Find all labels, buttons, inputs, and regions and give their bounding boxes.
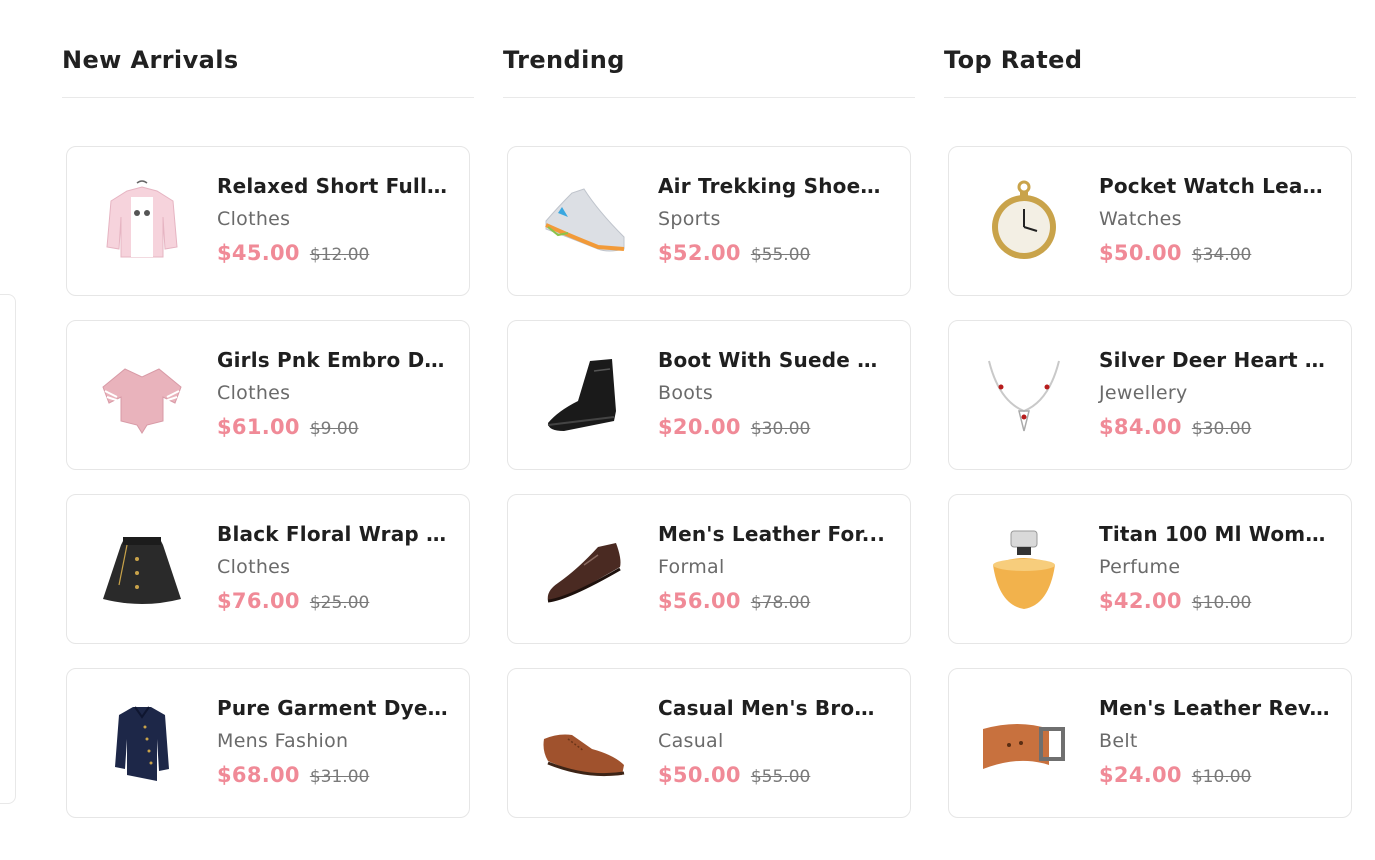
product-category: Casual	[658, 730, 724, 752]
brogue-shoe-icon	[538, 699, 628, 789]
product-price: $50.00	[1099, 241, 1182, 265]
product-price: $61.00	[217, 415, 300, 439]
product-old-price: $30.00	[750, 419, 811, 439]
skirt-icon	[97, 525, 187, 615]
section-divider	[62, 97, 474, 98]
product-card[interactable]: Pocket Watch Leat... Watches $50.00 $34.0…	[948, 146, 1352, 296]
product-old-price: $9.00	[309, 419, 359, 439]
product-old-price: $34.00	[1191, 245, 1252, 265]
product-price: $42.00	[1099, 589, 1182, 613]
formal-shoe-icon	[538, 525, 628, 615]
product-category: Clothes	[217, 382, 291, 404]
product-name[interactable]: Casual Men's Brow...	[658, 693, 890, 723]
product-old-price: $25.00	[309, 593, 370, 613]
product-category: Jewellery	[1099, 382, 1188, 404]
product-category: Mens Fashion	[217, 730, 349, 752]
product-card[interactable]: Boot With Suede D... Boots $20.00 $30.00	[507, 320, 911, 470]
product-price: $45.00	[217, 241, 300, 265]
product-card[interactable]: Black Floral Wrap ... Clothes $76.00 $25.…	[66, 494, 470, 644]
product-price: $84.00	[1099, 415, 1182, 439]
product-category: Belt	[1099, 730, 1138, 752]
product-card[interactable]: Titan 100 Ml Wome... Perfume $42.00 $10.0…	[948, 494, 1352, 644]
product-old-price: $55.00	[750, 245, 811, 265]
necklace-icon	[979, 351, 1069, 441]
product-category: Perfume	[1099, 556, 1181, 578]
product-price: $56.00	[658, 589, 741, 613]
product-category: Watches	[1099, 208, 1182, 230]
shirt-icon	[97, 699, 187, 789]
product-price: $76.00	[217, 589, 300, 613]
product-old-price: $55.00	[750, 767, 811, 787]
pocket-watch-icon	[979, 177, 1069, 267]
product-card[interactable]: Casual Men's Brow... Casual $50.00 $55.00	[507, 668, 911, 818]
crop-top-icon	[97, 351, 187, 441]
boot-icon	[538, 351, 628, 441]
product-price: $24.00	[1099, 763, 1182, 787]
product-name[interactable]: Titan 100 Ml Wome...	[1099, 519, 1331, 549]
sneaker-icon	[538, 177, 628, 267]
product-old-price: $10.00	[1191, 593, 1252, 613]
product-category: Sports	[658, 208, 721, 230]
product-old-price: $10.00	[1191, 767, 1252, 787]
product-price: $50.00	[658, 763, 741, 787]
product-name[interactable]: Pocket Watch Leat...	[1099, 171, 1331, 201]
product-name[interactable]: Relaxed Short Full ...	[217, 171, 449, 201]
product-card[interactable]: Air Trekking Shoes ... Sports $52.00 $55.…	[507, 146, 911, 296]
product-name[interactable]: Men's Leather Rev...	[1099, 693, 1331, 723]
side-panel-edge	[0, 294, 16, 804]
product-card[interactable]: Girls Pnk Embro De... Clothes $61.00 $9.0…	[66, 320, 470, 470]
product-old-price: $31.00	[309, 767, 370, 787]
sweatshirt-icon	[97, 177, 187, 267]
section-divider	[944, 97, 1356, 98]
perfume-icon	[979, 525, 1069, 615]
product-card[interactable]: Pure Garment Dye... Mens Fashion $68.00 $…	[66, 668, 470, 818]
product-category: Clothes	[217, 208, 291, 230]
product-category: Formal	[658, 556, 725, 578]
product-old-price: $30.00	[1191, 419, 1252, 439]
product-name[interactable]: Black Floral Wrap ...	[217, 519, 449, 549]
product-old-price: $12.00	[309, 245, 370, 265]
product-name[interactable]: Pure Garment Dye...	[217, 693, 449, 723]
product-category: Boots	[658, 382, 714, 404]
section-title: Top Rated	[944, 46, 1083, 74]
product-price: $68.00	[217, 763, 300, 787]
product-card[interactable]: Silver Deer Heart N... Jewellery $84.00 $…	[948, 320, 1352, 470]
section-title: Trending	[503, 46, 625, 74]
product-card[interactable]: Men's Leather For... Formal $56.00 $78.00	[507, 494, 911, 644]
product-card[interactable]: Relaxed Short Full ... Clothes $45.00 $12…	[66, 146, 470, 296]
product-name[interactable]: Girls Pnk Embro De...	[217, 345, 449, 375]
section-title: New Arrivals	[62, 46, 239, 74]
section-divider	[503, 97, 915, 98]
product-name[interactable]: Boot With Suede D...	[658, 345, 890, 375]
product-old-price: $78.00	[750, 593, 811, 613]
belt-icon	[979, 699, 1069, 789]
product-card[interactable]: Men's Leather Rev... Belt $24.00 $10.00	[948, 668, 1352, 818]
product-name[interactable]: Air Trekking Shoes ...	[658, 171, 890, 201]
product-category: Clothes	[217, 556, 291, 578]
product-name[interactable]: Silver Deer Heart N...	[1099, 345, 1331, 375]
product-name[interactable]: Men's Leather For...	[658, 519, 890, 549]
product-price: $52.00	[658, 241, 741, 265]
product-price: $20.00	[658, 415, 741, 439]
